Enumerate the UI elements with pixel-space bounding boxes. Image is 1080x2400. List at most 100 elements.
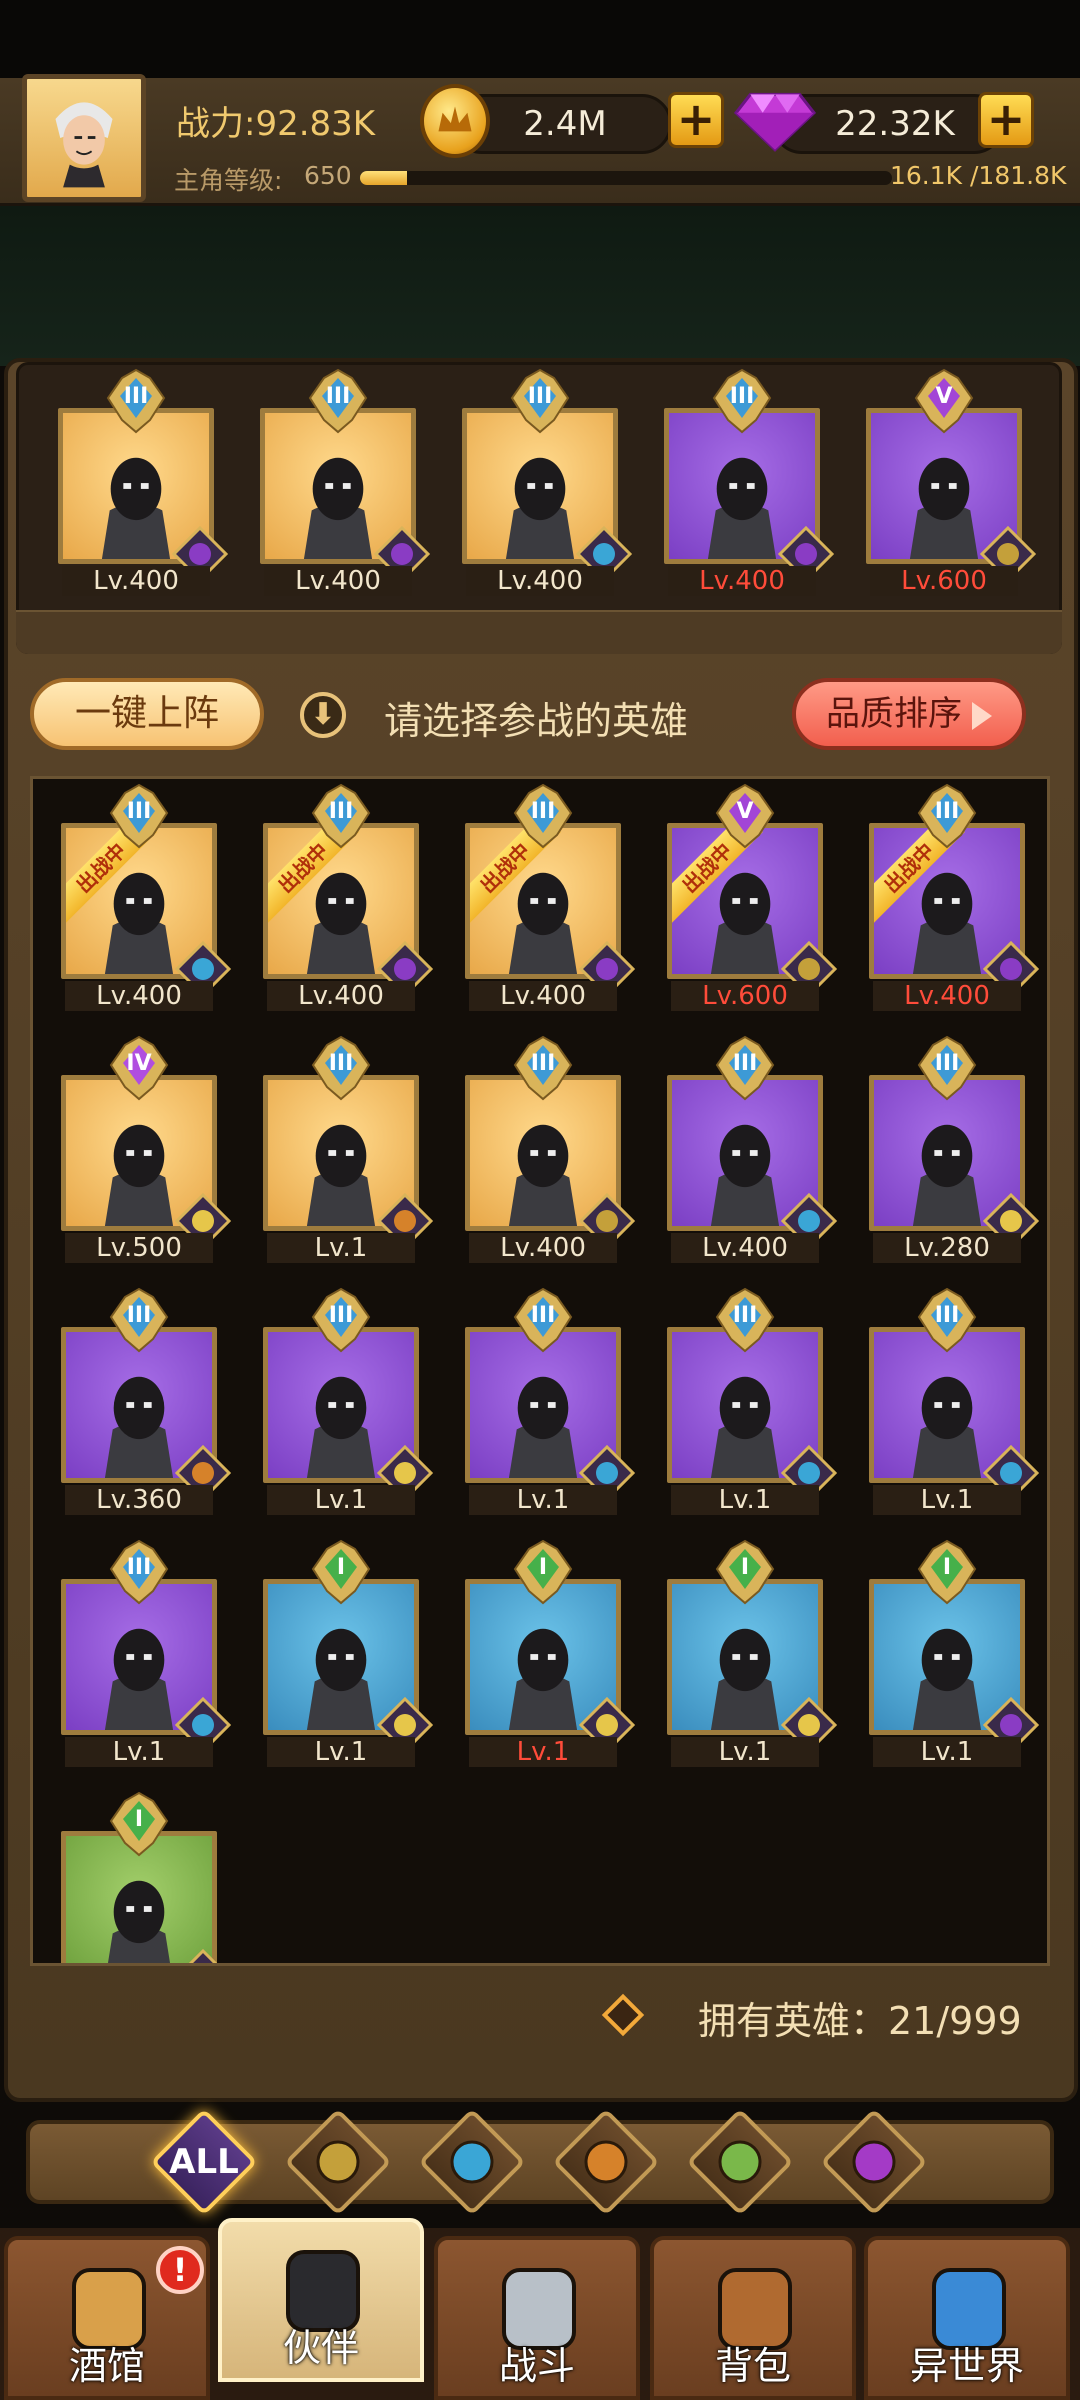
knight-icon	[316, 2140, 360, 2184]
roster-hero-card[interactable]: III Lv.400	[465, 1035, 636, 1263]
quality-sort-button[interactable]: 品质排序	[792, 678, 1026, 750]
rank-numeral: III	[527, 384, 553, 409]
nav-tab-portal[interactable]: 异世界	[864, 2236, 1070, 2400]
rank-badge-icon: III	[513, 1287, 573, 1353]
rank-numeral: I	[740, 1555, 750, 1580]
rank-badge-icon: III	[513, 783, 573, 849]
roster-hero-card[interactable]: III Lv.1	[263, 1287, 434, 1515]
roster-hero-card[interactable]: III Lv.1	[263, 1035, 434, 1263]
filter-all-button[interactable]: ALL	[150, 2108, 258, 2216]
rank-numeral: V	[736, 799, 754, 824]
team-hero-card[interactable]: III Lv.400	[462, 368, 633, 596]
nav-tab-battle[interactable]: 战斗	[434, 2236, 640, 2400]
rank-numeral: III	[530, 1303, 556, 1328]
roster-hero-card[interactable]: III Lv.1	[869, 1287, 1040, 1515]
rank-numeral: III	[328, 799, 354, 824]
roster-hero-card[interactable]: IV Lv.500	[61, 1035, 232, 1263]
knight-icon	[175, 1948, 231, 1963]
rank-numeral: III	[325, 384, 351, 409]
rank-badge-icon: III	[715, 1035, 775, 1101]
xp-text: 16.1K /181.8K	[890, 161, 1067, 190]
rank-badge-icon: III	[712, 368, 772, 434]
hero-level: Lv.1	[65, 1737, 213, 1767]
roster-hero-card[interactable]: III Lv.360	[61, 1287, 232, 1515]
rank-badge-icon: I	[917, 1539, 977, 1605]
roster-hero-card[interactable]: 出战中 III Lv.400	[465, 783, 636, 1011]
roster-hero-card[interactable]: III Lv.1	[61, 1539, 232, 1767]
rank-badge-icon: V	[914, 368, 974, 434]
rank-badge-icon: IV	[109, 1035, 169, 1101]
rank-badge-icon: I	[311, 1539, 371, 1605]
rank-badge-icon: III	[917, 783, 977, 849]
roster-hero-card[interactable]: I Lv.1	[465, 1539, 636, 1767]
rank-numeral: III	[530, 1051, 556, 1076]
status-bar-area	[0, 0, 1080, 78]
filter-fish-button[interactable]	[418, 2108, 526, 2216]
rank-numeral: I	[336, 1555, 346, 1580]
rank-numeral: III	[934, 799, 960, 824]
roster-hero-card[interactable]: 出战中 III Lv.400	[263, 783, 434, 1011]
nav-tab-backpack[interactable]: 背包	[650, 2236, 856, 2400]
hero-roster[interactable]: 出战中 III Lv.400 出战中 III Lv.400 出战中 III Lv.400 出战中 V…	[30, 776, 1050, 1966]
rank-numeral: III	[729, 384, 755, 409]
roster-hero-card[interactable]: 出战中 III Lv.400	[869, 783, 1040, 1011]
nav-label: 背包	[714, 2344, 791, 2388]
gem-value: 22.32K	[835, 104, 955, 144]
rank-numeral: III	[328, 1051, 354, 1076]
rank-numeral: I	[538, 1555, 548, 1580]
roster-hero-card[interactable]: 出战中 III Lv.400	[61, 783, 232, 1011]
rank-numeral: III	[530, 799, 556, 824]
filter-knight-button[interactable]	[284, 2108, 392, 2216]
hero-level: Lv.1	[671, 1737, 819, 1767]
rank-badge-icon: III	[513, 1035, 573, 1101]
rank-numeral: III	[934, 1051, 960, 1076]
owned-heroes-count: 拥有英雄：21/999	[698, 1999, 1022, 2043]
rank-badge-icon: III	[311, 783, 371, 849]
notification-badge: !	[156, 2246, 204, 2294]
add-gems-button[interactable]: +	[978, 92, 1034, 148]
rank-badge-icon: III	[311, 1287, 371, 1353]
rank-badge-icon: III	[715, 1287, 775, 1353]
select-hero-hint: 请选择参战的英雄	[384, 699, 689, 743]
roster-hero-card[interactable]: I Lv.1	[869, 1539, 1040, 1767]
hero-level: Lv.1	[873, 1485, 1021, 1515]
roster-hero-card[interactable]: I Lv.1	[667, 1539, 838, 1767]
player-level-label: 主角等级:	[174, 166, 283, 195]
auto-deploy-button[interactable]: 一键上阵	[30, 678, 264, 750]
team-hero-card[interactable]: V Lv.600	[866, 368, 1037, 596]
nav-label: 异世界	[909, 2344, 1024, 2388]
rank-numeral: III	[126, 1303, 152, 1328]
player-avatar[interactable]	[22, 74, 146, 202]
nav-tab-partner[interactable]: 伙伴	[218, 2218, 424, 2382]
team-hero-card[interactable]: III Lv.400	[58, 368, 229, 596]
rank-badge-icon: V	[715, 783, 775, 849]
roster-hero-card[interactable]: I	[61, 1791, 218, 1963]
hero-level: Lv.400	[668, 566, 816, 596]
player-level: 650	[304, 161, 352, 190]
add-gold-button[interactable]: +	[668, 92, 724, 148]
rank-badge-icon: III	[311, 1035, 371, 1101]
hero-level: Lv.1	[267, 1485, 415, 1515]
filter-demon-button[interactable]	[820, 2108, 928, 2216]
rank-numeral: I	[134, 1807, 144, 1832]
rank-badge-icon: III	[109, 1539, 169, 1605]
filter-beast-button[interactable]	[552, 2108, 660, 2216]
gold-crown-icon	[420, 84, 490, 158]
roster-hero-card[interactable]: III Lv.1	[465, 1287, 636, 1515]
team-hero-card[interactable]: III Lv.400	[664, 368, 835, 596]
roster-hero-card[interactable]: 出战中 V Lv.600	[667, 783, 838, 1011]
hero-level: Lv.1	[267, 1233, 415, 1263]
team-hero-card[interactable]: III Lv.400	[260, 368, 431, 596]
rank-numeral: V	[935, 384, 953, 409]
hero-level: Lv.360	[65, 1485, 213, 1515]
roster-hero-card[interactable]: III Lv.1	[667, 1287, 838, 1515]
rank-badge-icon: I	[109, 1791, 169, 1857]
rank-numeral: III	[126, 1555, 152, 1580]
roster-hero-card[interactable]: III Lv.280	[869, 1035, 1040, 1263]
roster-hero-card[interactable]: III Lv.400	[667, 1035, 838, 1263]
rank-numeral: IV	[126, 1051, 152, 1076]
roster-hero-card[interactable]: I Lv.1	[263, 1539, 434, 1767]
filter-elf-button[interactable]	[686, 2108, 794, 2216]
rank-badge-icon: III	[917, 1287, 977, 1353]
fish-icon	[450, 2140, 494, 2184]
